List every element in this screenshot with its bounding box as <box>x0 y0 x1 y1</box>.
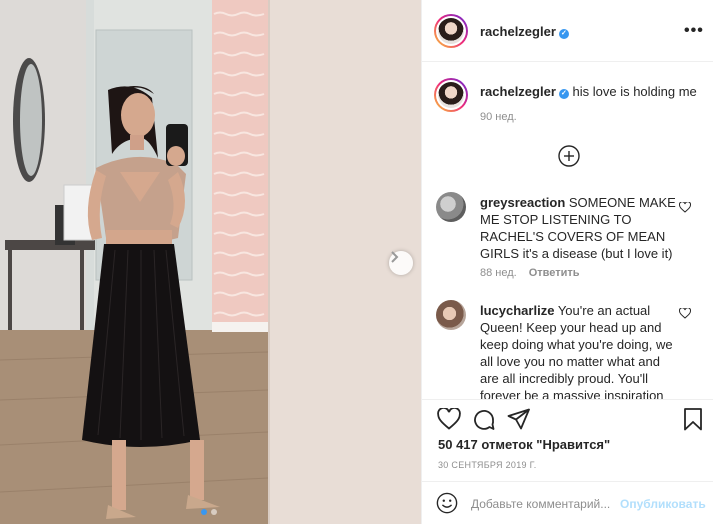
post-media[interactable] <box>0 0 421 524</box>
comment-input[interactable]: Добавьте комментарий... <box>471 497 610 511</box>
caption: rachelzegler ✓ his love is holding me <box>480 83 706 100</box>
caption-text: his love is holding me <box>572 84 697 99</box>
likes-count[interactable]: 50 417 отметок "Нравится" <box>438 437 610 452</box>
share-paper-plane-icon[interactable] <box>507 408 531 430</box>
reply-button[interactable]: Ответить <box>529 267 580 279</box>
comment-text-line: Queen! Keep your head up and <box>480 320 662 335</box>
post-header: rachelzegler ✓ ••• <box>422 0 713 62</box>
comment-text-line: GIRLS it's a disease (but I love it) <box>480 246 673 261</box>
plus-circle-icon <box>558 145 580 167</box>
author-username-row[interactable]: rachelzegler ✓ <box>480 24 569 39</box>
post-date[interactable]: 30 СЕНТЯБРЯ 2019 Г. <box>438 460 537 470</box>
comment-text-line: all love you no matter what and <box>480 354 660 369</box>
carousel-dot-active <box>201 509 207 515</box>
caption-username[interactable]: rachelzegler <box>480 84 556 99</box>
caption-time[interactable]: 90 нед. <box>480 111 517 123</box>
comment-text-line: RACHEL'S COVERS OF MEAN <box>480 229 666 244</box>
post-side-panel: rachelzegler ✓ ••• rachelzegler ✓ his love… <box>421 0 713 524</box>
comment: greysreaction SOMEONE MAKE ME STOP LISTE… <box>480 194 690 262</box>
caption-avatar[interactable] <box>434 78 468 112</box>
comment-bubble-icon[interactable] <box>472 408 496 432</box>
verified-badge-icon: ✓ <box>558 89 569 99</box>
author-username[interactable]: rachelzegler <box>480 24 556 39</box>
comment-text-line: keep doing what you're doing, we <box>480 337 673 352</box>
post-dialog: rachelzegler ✓ ••• rachelzegler ✓ his love… <box>0 0 713 524</box>
comments-list[interactable]: rachelzegler ✓ his love is holding me 90 … <box>422 63 713 399</box>
comment-text-line: are all incredibly proud. You'll <box>480 371 648 386</box>
like-heart-icon[interactable] <box>437 408 461 430</box>
post-photo <box>0 0 421 524</box>
more-options-button[interactable]: ••• <box>684 22 704 40</box>
commenter-avatar[interactable] <box>436 192 466 222</box>
comment-text-line: ME STOP LISTENING TO <box>480 212 632 227</box>
comment-text-line: SOMEONE MAKE <box>568 195 676 210</box>
comment: lucycharlize You're an actual Queen! Kee… <box>480 302 700 399</box>
comment-meta: 88 нед. Ответить <box>480 267 580 279</box>
comment-text-line: forever be a massive inspiration <box>480 388 664 399</box>
carousel-indicator <box>201 509 217 515</box>
comment-username[interactable]: greysreaction <box>480 195 565 210</box>
comment-text-line: You're an actual <box>557 303 651 318</box>
like-comment-heart-icon[interactable] <box>679 202 691 213</box>
next-slide-button[interactable] <box>389 251 413 275</box>
emoji-smiley-icon[interactable] <box>436 492 458 514</box>
comment-username[interactable]: lucycharlize <box>480 303 554 318</box>
add-comment-bar: Добавьте комментарий... Опубликовать <box>422 481 713 525</box>
publish-button[interactable]: Опубликовать <box>620 497 706 511</box>
chevron-right-icon <box>391 251 399 263</box>
load-more-comments-button[interactable] <box>558 145 580 170</box>
verified-badge-icon: ✓ <box>558 29 569 39</box>
like-comment-heart-icon[interactable] <box>679 308 691 319</box>
author-avatar[interactable] <box>434 14 468 48</box>
bookmark-icon[interactable] <box>683 408 703 431</box>
post-actions: 50 417 отметок "Нравится" 30 СЕНТЯБРЯ 20… <box>422 399 713 524</box>
carousel-dot <box>211 509 217 515</box>
commenter-avatar[interactable] <box>436 300 466 330</box>
comment-time[interactable]: 88 нед. <box>480 267 517 279</box>
